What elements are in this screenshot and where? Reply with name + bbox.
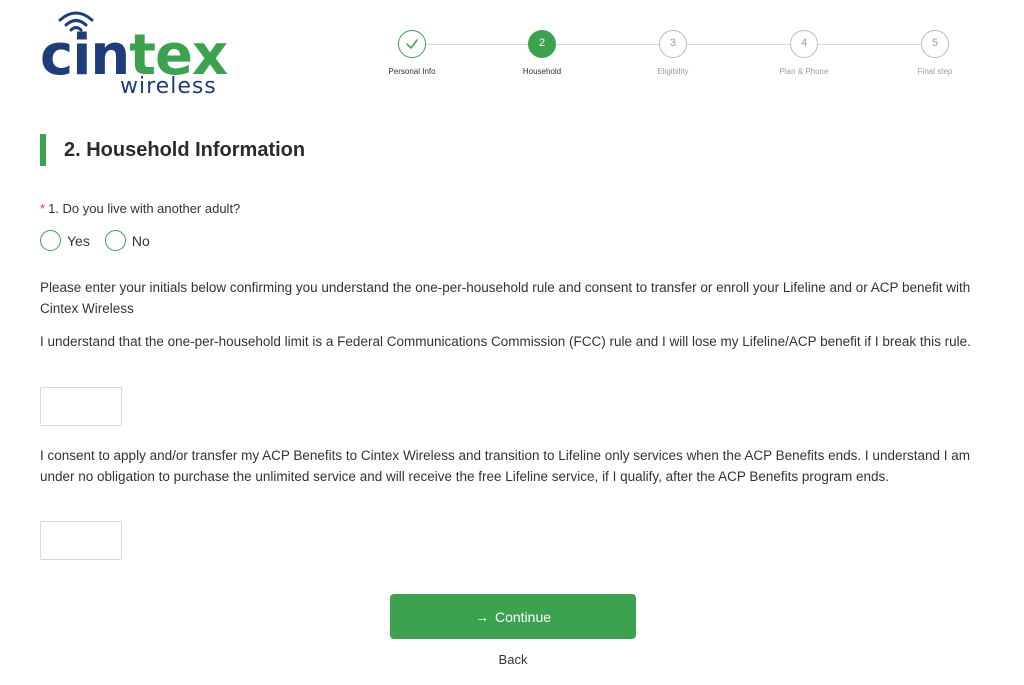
section-accent-bar [40, 134, 46, 166]
required-marker: * [40, 201, 46, 216]
radio-label-yes: Yes [67, 232, 90, 249]
radio-no[interactable] [104, 230, 126, 251]
step-label: Household [522, 67, 562, 76]
step-household[interactable]: 2 Household [502, 30, 582, 76]
section-title-text: 2. Household Information [64, 139, 306, 161]
rule-initials-input[interactable] [40, 387, 122, 426]
consent-acp-text: I consent to apply and/or transfer my AC… [40, 448, 970, 484]
step-number: 5 [921, 30, 949, 58]
section-title: 2. Household Information [40, 134, 305, 166]
radio-label-no: No [131, 232, 150, 249]
step-plan-phone[interactable]: 4 Plan & Phone [764, 30, 844, 76]
question-text: 1. Do you live with another adult? [48, 201, 241, 216]
step-personal-info[interactable]: Personal Info [372, 30, 452, 76]
acp-initials-input[interactable] [40, 521, 122, 560]
step-label: Personal Info [388, 67, 436, 76]
step-number: 4 [790, 30, 818, 58]
back-link[interactable]: Back [390, 652, 636, 667]
question-live-with-adult: * 1. Do you live with another adult? [40, 201, 240, 216]
radio-group-live-with-adult: Yes No [40, 230, 165, 251]
step-number: 2 [528, 30, 556, 58]
check-icon [398, 30, 426, 58]
radio-yes[interactable] [40, 230, 61, 251]
step-label: Plan & Phone [779, 67, 829, 76]
step-number: 3 [659, 30, 687, 58]
step-label: Eligibility [657, 67, 689, 76]
logo-subtitle: wireless [120, 74, 217, 99]
step-final[interactable]: 5 Final step [895, 30, 975, 76]
radio-option-yes[interactable]: Yes [40, 230, 90, 251]
radio-option-no[interactable]: No [104, 230, 150, 251]
progress-stepper: Personal Info 2 Household 3 Eligibility … [380, 30, 980, 80]
step-label: Final step [917, 67, 953, 76]
arrow-right-icon: → [474, 608, 489, 625]
consent-rule-text: I understand that the one-per-household … [40, 334, 971, 349]
continue-label: Continue [494, 608, 552, 625]
continue-button[interactable]: → Continue [390, 594, 636, 639]
consent-intro: Please enter your initials below confirm… [40, 280, 971, 316]
brand-logo[interactable]: cintex wireless [40, 10, 228, 98]
logo-part1: cin [40, 23, 130, 88]
step-eligibility[interactable]: 3 Eligibility [633, 30, 713, 76]
